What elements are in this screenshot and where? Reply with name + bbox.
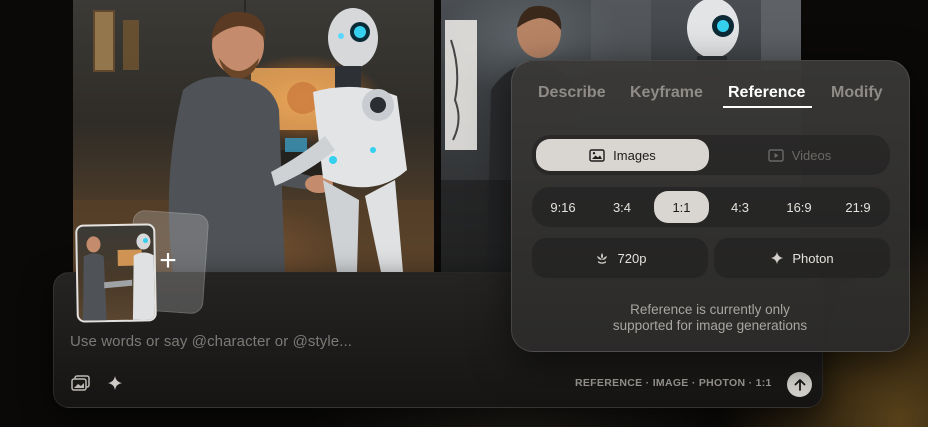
tab-modify[interactable]: Modify (831, 84, 883, 102)
arrow-up-icon (794, 378, 805, 391)
reference-info-line-2: supported for image generations (612, 318, 808, 333)
aspect-ratio-21-9[interactable]: 21:9 (835, 191, 881, 223)
sparkle-icon (770, 251, 784, 265)
reference-info-line-1: Reference is currently only (630, 302, 790, 317)
aspect-ratio-3-4[interactable]: 3:4 (599, 191, 645, 223)
image-stack-icon[interactable] (70, 374, 90, 392)
media-type-videos-label: Videos (791, 147, 832, 163)
model-label: Photon (792, 250, 834, 266)
video-icon (768, 148, 784, 162)
reference-info-note: Reference is currently only supported fo… (560, 302, 860, 334)
resolution-button[interactable]: 720p (532, 238, 708, 278)
aspect-ratio-16-9[interactable]: 16:9 (776, 191, 822, 223)
flower-icon (594, 250, 610, 266)
aspect-ratio-9-16[interactable]: 9:16 (540, 191, 586, 223)
tab-describe[interactable]: Describe (538, 84, 606, 102)
aspect-ratio-4-3[interactable]: 4:3 (717, 191, 763, 223)
sparkle-icon[interactable] (106, 374, 124, 392)
aspect-ratio-1-1[interactable]: 1:1 (654, 191, 709, 223)
submit-button[interactable] (787, 372, 812, 397)
model-button[interactable]: Photon (714, 238, 890, 278)
plus-icon[interactable]: + (153, 246, 183, 276)
resolution-label: 720p (617, 250, 647, 266)
media-type-images[interactable]: Images (536, 139, 709, 171)
media-type-videos[interactable]: Videos (713, 139, 886, 171)
image-icon (589, 148, 605, 162)
reference-thumbnail[interactable] (75, 223, 157, 323)
generation-settings-summary[interactable]: REFERENCE · IMAGE · PHOTON · 1:1 (575, 377, 772, 389)
media-type-images-label: Images (613, 147, 656, 163)
tab-keyframe[interactable]: Keyframe (630, 84, 703, 102)
tab-reference[interactable]: Reference (728, 84, 805, 102)
prompt-input[interactable]: Use words or say @character or @style... (70, 333, 352, 350)
active-tab-indicator (723, 106, 812, 108)
thumbnail-illustration (82, 233, 157, 323)
